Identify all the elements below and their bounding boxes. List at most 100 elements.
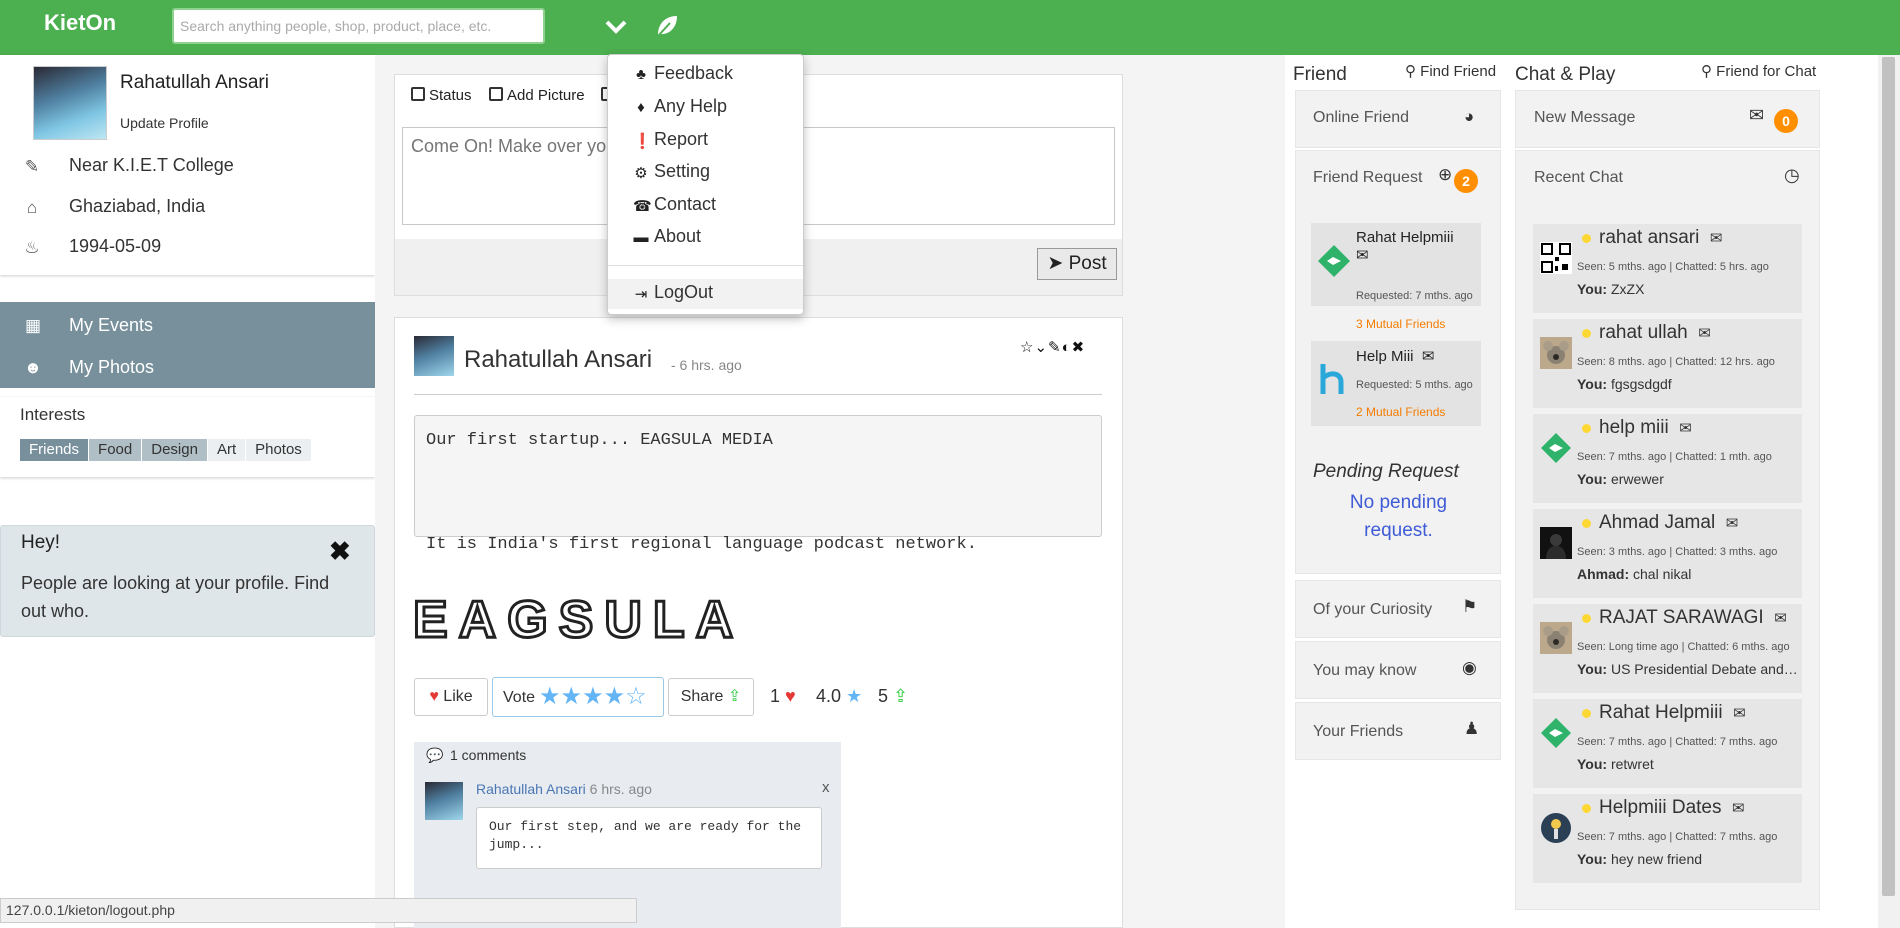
your-friends-panel[interactable]: Your Friends ♟ (1295, 702, 1501, 760)
curiosity-panel[interactable]: Of your Curiosity ⚑ (1295, 580, 1501, 638)
mute-icon[interactable]: ◐ (1062, 339, 1072, 356)
comments-count[interactable]: 1 comments (450, 747, 526, 763)
vote-label: Vote (503, 689, 536, 706)
post-button[interactable]: ➤ Post (1037, 248, 1117, 280)
update-profile-link[interactable]: Update Profile (120, 115, 209, 131)
chevron-down-icon[interactable]: ⌄ (1034, 339, 1048, 356)
friend-for-chat-link[interactable]: ⚲ Friend for Chat (1701, 62, 1816, 80)
chat-item[interactable]: Helpmiii Dates ✉ Seen: 7 mths. ago | Cha… (1533, 794, 1802, 883)
chat-seen: Seen: 5 mths. ago | Chatted: 5 hrs. ago (1577, 261, 1769, 273)
menu-item-feedback[interactable]: ♣ Feedback (608, 60, 803, 90)
edit-icon[interactable]: ✎ (1048, 339, 1062, 356)
request-count-badge: 2 (1454, 169, 1478, 193)
profile-name[interactable]: Rahatullah Ansari (120, 72, 269, 94)
close-icon[interactable]: ✖ (1072, 339, 1086, 356)
status-dot (1582, 329, 1591, 338)
envelope-icon[interactable]: ✉ (1726, 515, 1739, 532)
chat-sender: You: (1577, 851, 1608, 867)
chat-sender: Ahmad: (1577, 566, 1630, 582)
comment-delete-button[interactable]: x (822, 779, 830, 796)
users-icon: ☻ (24, 358, 42, 377)
tab-status[interactable]: Status (411, 87, 472, 109)
menu-item-about[interactable]: ▬ About (608, 223, 803, 253)
envelope-icon[interactable]: ✉ (1733, 705, 1746, 722)
chat-item[interactable]: RAJAT SARAWAGI ✉ Seen: Long time ago | C… (1533, 604, 1802, 693)
mutual-friends-link[interactable]: 3 Mutual Friends (1356, 317, 1445, 331)
envelope-icon[interactable]: ✉ (1710, 230, 1723, 247)
page-scrollbar[interactable] (1878, 55, 1900, 928)
like-label: Like (443, 688, 473, 705)
scrollbar-thumb[interactable] (1882, 57, 1895, 896)
brand-logo[interactable]: KietOn (44, 10, 116, 36)
menu-item-help[interactable]: ♦ Any Help (608, 93, 803, 123)
menu-item-label: Contact (654, 194, 717, 214)
comment-author[interactable]: Rahatullah Ansari 6 hrs. ago (476, 781, 652, 797)
chat-item[interactable]: rahat ullah ✉ Seen: 8 mths. ago | Chatte… (1533, 319, 1802, 408)
envelope-icon[interactable]: ✉ (1698, 325, 1711, 342)
new-message-badge: 0 (1774, 109, 1798, 133)
new-message-panel[interactable]: New Message ✉ 0 (1515, 90, 1820, 148)
alert-icon: ❗ (633, 133, 652, 150)
post-author[interactable]: Rahatullah Ansari (464, 346, 652, 374)
chat-message-text: hey new friend (1610, 851, 1703, 867)
chat-last-message: You: erwewer (1577, 471, 1801, 487)
search-icon: ⚲ (1405, 63, 1416, 80)
avatar[interactable] (414, 336, 454, 376)
chat-seen: Seen: 7 mths. ago | Chatted: 7 mths. ago (1577, 831, 1778, 843)
chat-item[interactable]: Ahmad Jamal ✉ Seen: 3 mths. ago | Chatte… (1533, 509, 1802, 598)
chat-item[interactable]: rahat ansari ✉ Seen: 5 mths. ago | Chatt… (1533, 224, 1802, 313)
sidebar-item-events[interactable]: ▦ My Events (0, 306, 375, 346)
mutual-friends-link[interactable]: 2 Mutual Friends (1356, 405, 1445, 419)
vote-button[interactable]: Vote ★★★★☆ (492, 677, 664, 717)
interest-tag[interactable]: Art (207, 439, 246, 461)
envelope-icon[interactable]: ✉ (1679, 420, 1692, 437)
share-button[interactable]: Share ⇪ (668, 678, 754, 716)
star-icon[interactable]: ☆ (1020, 339, 1034, 356)
post-image-logo[interactable]: EAGSULA (411, 590, 744, 651)
sidebar-item-photos[interactable]: ☻ My Photos (0, 348, 375, 388)
close-icon[interactable]: ✖ (329, 536, 351, 567)
chat-item[interactable]: Rahat Helpmiii ✉ Seen: 7 mths. ago | Cha… (1533, 699, 1802, 788)
leaf-icon[interactable] (653, 12, 681, 40)
panel-label[interactable]: Friend Request (1313, 169, 1422, 187)
friend-request-item[interactable]: Help Miii ✉ Requested: 5 mths. ago 2 Mut… (1311, 341, 1481, 426)
chat-name-text: rahat ullah (1599, 322, 1688, 343)
menu-item-logout[interactable]: ⇥ LogOut (608, 279, 803, 309)
chat-name: rahat ullah ✉ (1599, 322, 1711, 344)
user-icon: ♟ (1464, 719, 1480, 738)
chat-sender: You: (1577, 376, 1608, 392)
menu-item-contact[interactable]: ☎ Contact (608, 191, 803, 221)
envelope-icon[interactable]: ✉ (1356, 247, 1369, 264)
envelope-icon[interactable]: ✉ (1774, 610, 1787, 627)
comment-author-name[interactable]: Rahatullah Ansari (476, 781, 586, 797)
friend-request-item[interactable]: Rahat Helpmiii ✉ Requested: 7 mths. ago (1311, 223, 1481, 306)
online-friend-panel[interactable]: Online Friend ◕ (1295, 90, 1501, 148)
browser-status-url: 127.0.0.1/kieton/logout.php (0, 898, 637, 923)
star-rating-icon[interactable]: ★★★★☆ (539, 683, 647, 710)
menu-item-report[interactable]: ❗ Report (608, 126, 803, 156)
request-name-text[interactable]: Help Miii (1356, 348, 1414, 365)
alert-text[interactable]: People are looking at your profile. Find… (21, 569, 341, 625)
interest-tag[interactable]: Design (142, 439, 207, 461)
search-input[interactable] (172, 8, 545, 44)
chat-item[interactable]: help miii ✉ Seen: 7 mths. ago | Chatted:… (1533, 414, 1802, 503)
avatar[interactable] (1317, 244, 1351, 278)
may-know-panel[interactable]: You may know ◉ (1295, 641, 1501, 699)
tab-add-picture[interactable]: Add Picture (489, 87, 585, 109)
interest-tag[interactable]: Photos (246, 439, 311, 461)
envelope-icon[interactable]: ✉ (1732, 800, 1745, 817)
interests-card: Interests Friends Food Design Art Photos (0, 397, 375, 477)
add-icon[interactable]: ⊕ (1438, 165, 1452, 185)
interest-tag[interactable]: Food (89, 439, 142, 461)
menu-item-setting[interactable]: ⚙ Setting (608, 158, 803, 188)
chevron-down-icon[interactable] (602, 12, 630, 40)
avatar[interactable] (33, 66, 107, 140)
avatar[interactable] (425, 782, 463, 820)
envelope-icon[interactable]: ✉ (1422, 348, 1435, 365)
avatar[interactable] (1317, 362, 1351, 396)
menu-item-label: Report (654, 129, 709, 149)
interest-tag[interactable]: Friends (20, 439, 89, 461)
request-name-text[interactable]: Rahat Helpmiii (1356, 229, 1454, 246)
like-button[interactable]: ♥ Like (414, 678, 488, 716)
find-friend-link[interactable]: ⚲ Find Friend (1405, 62, 1496, 80)
